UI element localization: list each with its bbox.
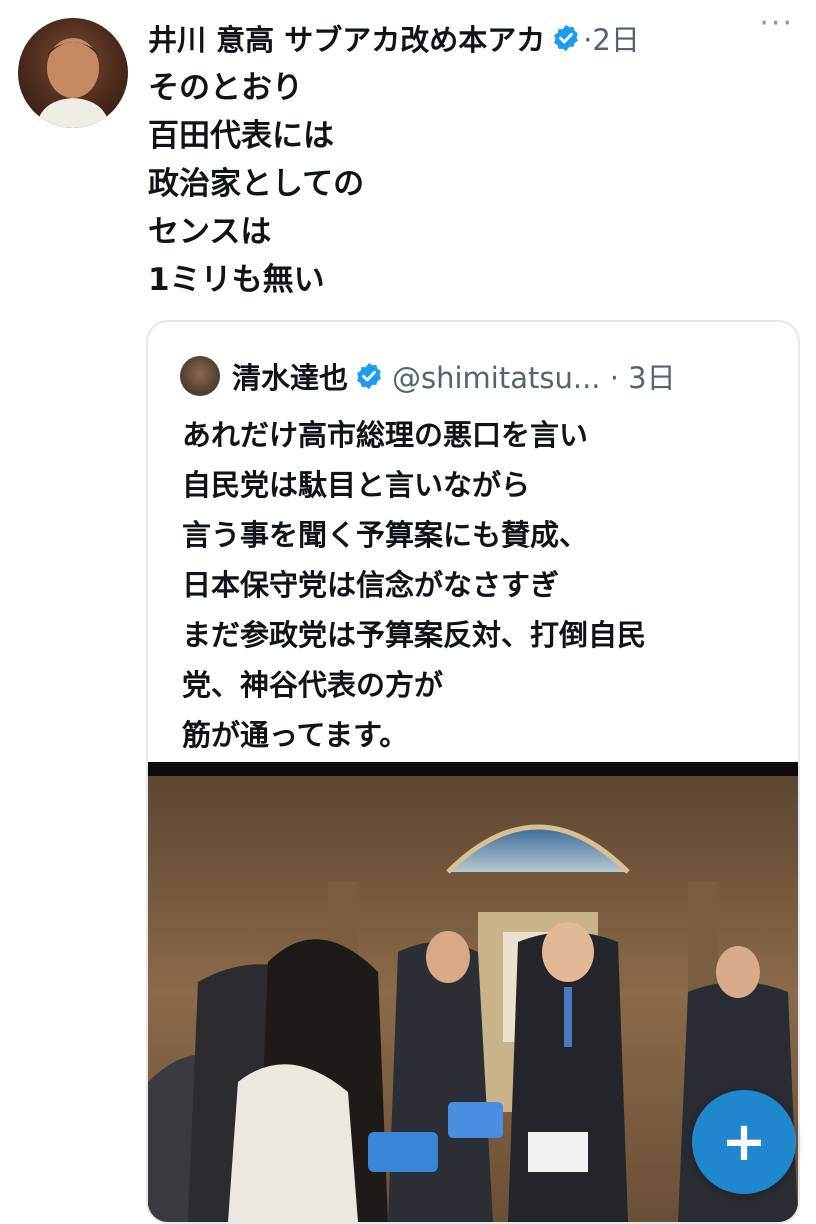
quoted-text-line: 言う事を聞く予算案にも賛成、: [182, 518, 589, 552]
post-text-line: 1ミリも無い: [148, 262, 325, 298]
post-timestamp[interactable]: ·2日: [583, 17, 640, 59]
verified-badge-icon: [551, 23, 581, 53]
quoted-post-header: 清水達也 @shimitatsu... · 3日: [180, 352, 790, 400]
post-text: そのとおり 百田代表には 政治家としての センスは 1ミリも無い: [148, 64, 788, 304]
quoted-author-avatar: [180, 356, 220, 396]
quoted-post-text: あれだけ高市総理の悪口を言い 自民党は駄目と言いながら 言う事を聞く予算案にも賛…: [182, 410, 782, 760]
post-text-line: 政治家としての: [148, 166, 365, 202]
post-text-line: そのとおり: [148, 70, 303, 106]
author-avatar[interactable]: [18, 18, 128, 128]
quoted-text-line: 党、神谷代表の方が: [182, 668, 444, 702]
quoted-handle-timestamp: @shimitatsu... · 3日: [392, 361, 676, 395]
quoted-text-line: 筋が通ってます。: [182, 718, 409, 752]
quoted-text-line: 自民党は駄目と言いながら: [182, 468, 531, 502]
more-options-icon[interactable]: ···: [759, 6, 794, 41]
quoted-author-name: 清水達也: [232, 361, 349, 395]
quoted-text-line: 日本保守党は信念がなさすぎ: [182, 568, 560, 602]
quoted-text-line: あれだけ高市総理の悪口を言い: [182, 418, 589, 452]
post-header: 井川 意高 サブアカ改め本アカ ·2日: [148, 14, 798, 62]
compose-button[interactable]: +: [692, 1090, 796, 1194]
post-text-line: センスは: [148, 214, 272, 250]
quoted-text-line: まだ参政党は予算案反対、打倒自民: [182, 618, 647, 652]
verified-badge-icon: [354, 361, 384, 391]
plus-icon: +: [721, 1110, 767, 1173]
post: 井川 意高 サブアカ改め本アカ ·2日 ··· そのとおり 百田代表には 政治家…: [0, 0, 816, 1224]
post-text-line: 百田代表には: [148, 118, 334, 154]
author-name[interactable]: 井川 意高 サブアカ改め本アカ: [148, 17, 545, 59]
quoted-post-card[interactable]: 清水達也 @shimitatsu... · 3日 あれだけ高市総理の悪口を言い …: [146, 320, 800, 1224]
